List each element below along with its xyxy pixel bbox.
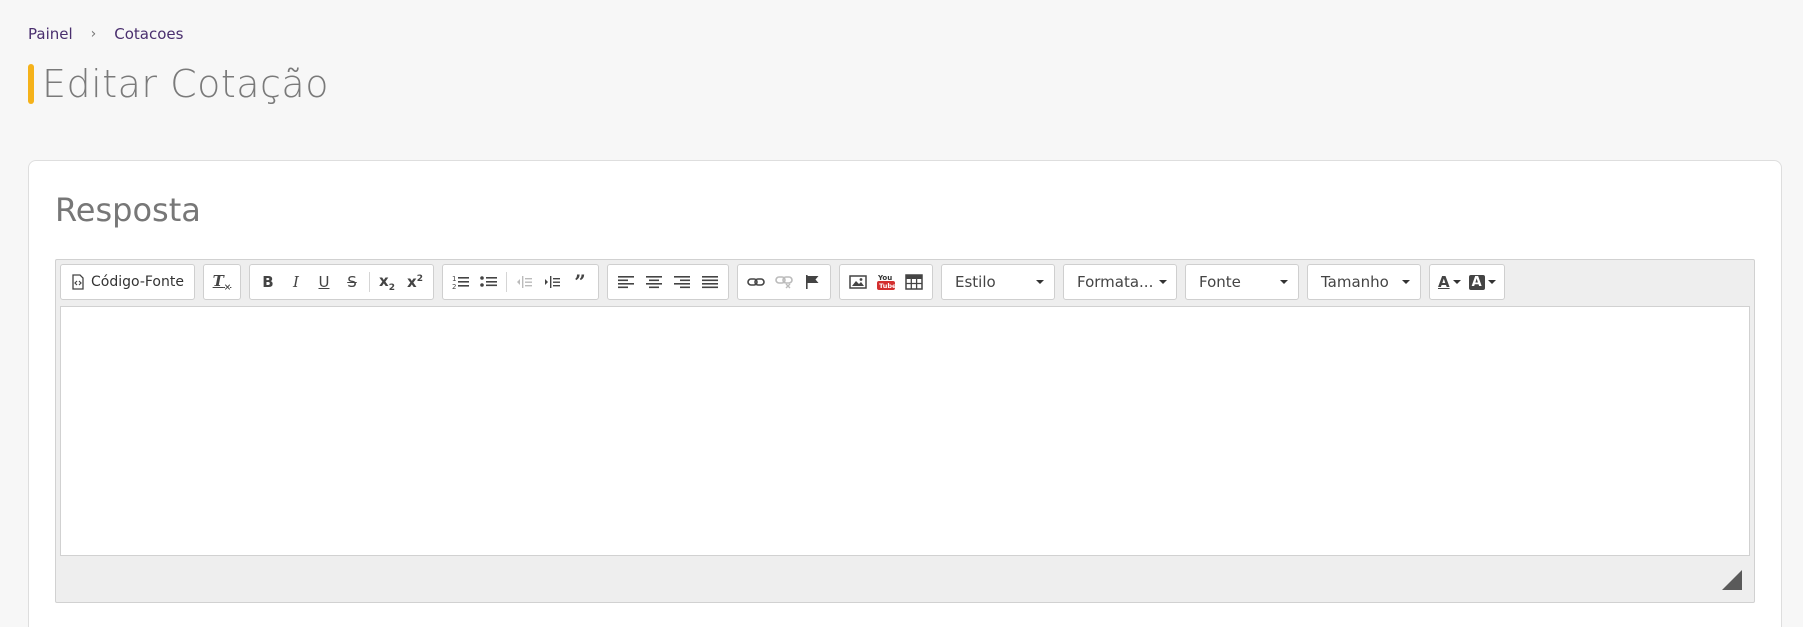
superscript-icon: x2 [407,273,423,291]
indent-icon [543,274,561,290]
svg-text:You: You [877,274,892,282]
table-icon [905,274,923,290]
align-left-button[interactable] [612,268,640,296]
image-button[interactable] [844,268,872,296]
font-combo-label: Fonte [1198,273,1241,291]
source-button[interactable]: Código-Fonte [65,268,190,296]
italic-button[interactable]: I [282,268,310,296]
youtube-icon: You Tube [876,273,895,291]
toolbar-group-colors: A A [1428,264,1505,300]
subscript-button[interactable]: x2 [373,268,401,296]
toolbar-separator [505,272,507,292]
unlink-button[interactable] [770,268,798,296]
anchor-icon [804,274,820,290]
toolbar-group-align [606,264,729,300]
text-color-button[interactable]: A [1434,268,1465,296]
bulleted-list-button[interactable] [475,268,503,296]
bold-button[interactable]: B [254,268,282,296]
justify-button[interactable] [696,268,724,296]
indent-button[interactable] [538,268,566,296]
unlink-icon [775,275,793,289]
outdent-button[interactable] [510,268,538,296]
style-combo-label: Estilo [954,273,996,291]
response-card: Resposta Código-Fonte T× B I U S x2 x2 1… [28,160,1782,627]
page-title-text: Editar Cotação [42,62,329,106]
remove-format-button[interactable]: T× [208,268,236,296]
align-left-icon [617,275,634,289]
anchor-button[interactable] [798,268,826,296]
toolbar-group-paragraph: 12 ” [441,264,599,300]
size-combo[interactable]: Tamanho [1306,264,1421,300]
subscript-icon: x2 [379,271,395,293]
breadcrumb-separator: › [90,26,97,42]
toolbar-group-source: Código-Fonte [60,264,195,300]
source-button-label: Código-Fonte [91,274,184,290]
breadcrumb-current-link[interactable]: Cotacoes [114,25,183,43]
table-button[interactable] [900,268,928,296]
numbered-list-button[interactable]: 12 [447,268,475,296]
underline-button[interactable]: U [310,268,338,296]
format-combo-label: Formata... [1076,273,1154,291]
strikethrough-button[interactable]: S [338,268,366,296]
align-right-icon [673,275,690,289]
chevron-down-icon [1487,280,1496,284]
align-center-button[interactable] [640,268,668,296]
svg-text:2: 2 [452,283,456,290]
svg-text:1: 1 [452,275,456,283]
source-icon [71,274,85,290]
chevron-down-icon [1401,280,1410,284]
bulleted-list-icon [480,274,498,290]
toolbar-separator [368,272,370,292]
chevron-down-icon [1035,280,1044,284]
style-combo[interactable]: Estilo [940,264,1055,300]
toolbar-group-links [736,264,831,300]
background-color-button[interactable]: A [1465,268,1500,296]
toolbar-group-basic-styles: B I U S x2 x2 [248,264,434,300]
resize-handle-icon[interactable] [1722,570,1742,590]
text-color-icon: A [1437,273,1450,291]
size-combo-label: Tamanho [1320,273,1389,291]
link-button[interactable] [742,268,770,296]
card-title: Resposta [55,191,201,229]
format-combo[interactable]: Formata... [1062,264,1177,300]
justify-icon [701,275,718,289]
page-title: Editar Cotação [28,62,329,106]
youtube-button[interactable]: You Tube [872,268,900,296]
editor-content-area[interactable] [60,306,1750,556]
breadcrumb: Painel › Cotacoes [28,25,183,43]
blockquote-button[interactable]: ” [566,268,594,296]
svg-text:Tube: Tube [879,282,895,290]
page-title-accent-bar [28,64,34,104]
numbered-list-icon: 12 [452,274,470,290]
toolbar-group-cleanup: T× [202,264,241,300]
bold-icon: B [262,273,274,291]
align-right-button[interactable] [668,268,696,296]
remove-format-icon: T× [212,271,232,293]
editor-toolbar: Código-Fonte T× B I U S x2 x2 12 ” You T… [60,264,1513,300]
image-icon [849,274,867,290]
rich-text-editor: Código-Fonte T× B I U S x2 x2 12 ” You T… [55,259,1755,603]
blockquote-icon: ” [574,270,586,294]
link-icon [747,276,765,288]
chevron-down-icon [1159,280,1168,284]
chevron-down-icon [1279,280,1288,284]
italic-icon: I [293,273,299,291]
background-color-icon: A [1468,274,1485,290]
strikethrough-icon: S [347,273,357,291]
align-center-icon [645,275,662,289]
breadcrumb-home-link[interactable]: Painel [28,25,73,43]
superscript-button[interactable]: x2 [401,268,429,296]
toolbar-group-insert: You Tube [838,264,933,300]
chevron-down-icon [1452,280,1461,284]
font-combo[interactable]: Fonte [1184,264,1299,300]
outdent-icon [515,274,533,290]
underline-icon: U [318,273,330,291]
